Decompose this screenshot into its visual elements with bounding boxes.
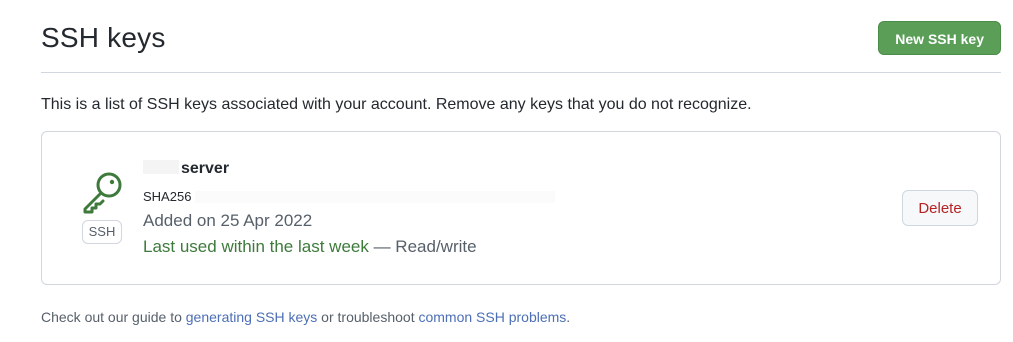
ssh-type-badge: SSH [82,220,122,244]
generating-ssh-keys-link[interactable]: generating SSH keys [186,309,318,325]
footer-text-after: . [566,309,571,325]
ssh-key-last-used: Last used within the last week — Read/wr… [143,237,477,257]
key-icon-wrap [80,170,126,214]
intro-text: This is a list of SSH keys associated wi… [41,96,752,113]
new-ssh-key-button[interactable]: New SSH key [878,21,1001,55]
ssh-key-title-text: server [181,160,230,177]
last-used-text: Last used within the last week [143,237,369,256]
footer-text-before: Check out our guide to [41,309,186,325]
ssh-key-title: server [143,160,229,178]
footer-text-middle: or troubleshoot [317,309,419,325]
access-level-text: — Read/write [368,237,477,256]
delete-key-button[interactable]: Delete [902,190,978,226]
redacted-fingerprint [195,191,556,203]
common-ssh-problems-link[interactable]: common SSH problems [418,309,566,325]
ssh-key-added-date: Added on 25 Apr 2022 [143,211,313,230]
key-icon [83,172,122,214]
footer-help-text: Check out our guide to generating SSH ke… [41,309,570,325]
ssh-key-item: SSH server SHA256 Added on 25 Apr 2022 L… [41,131,1001,285]
fingerprint-prefix: SHA256 [143,189,192,204]
page-header: SSH keys New SSH key [41,0,1001,73]
redacted-title-part [143,160,179,174]
page-title: SSH keys [41,22,166,53]
ssh-key-fingerprint: SHA256 [143,189,556,204]
